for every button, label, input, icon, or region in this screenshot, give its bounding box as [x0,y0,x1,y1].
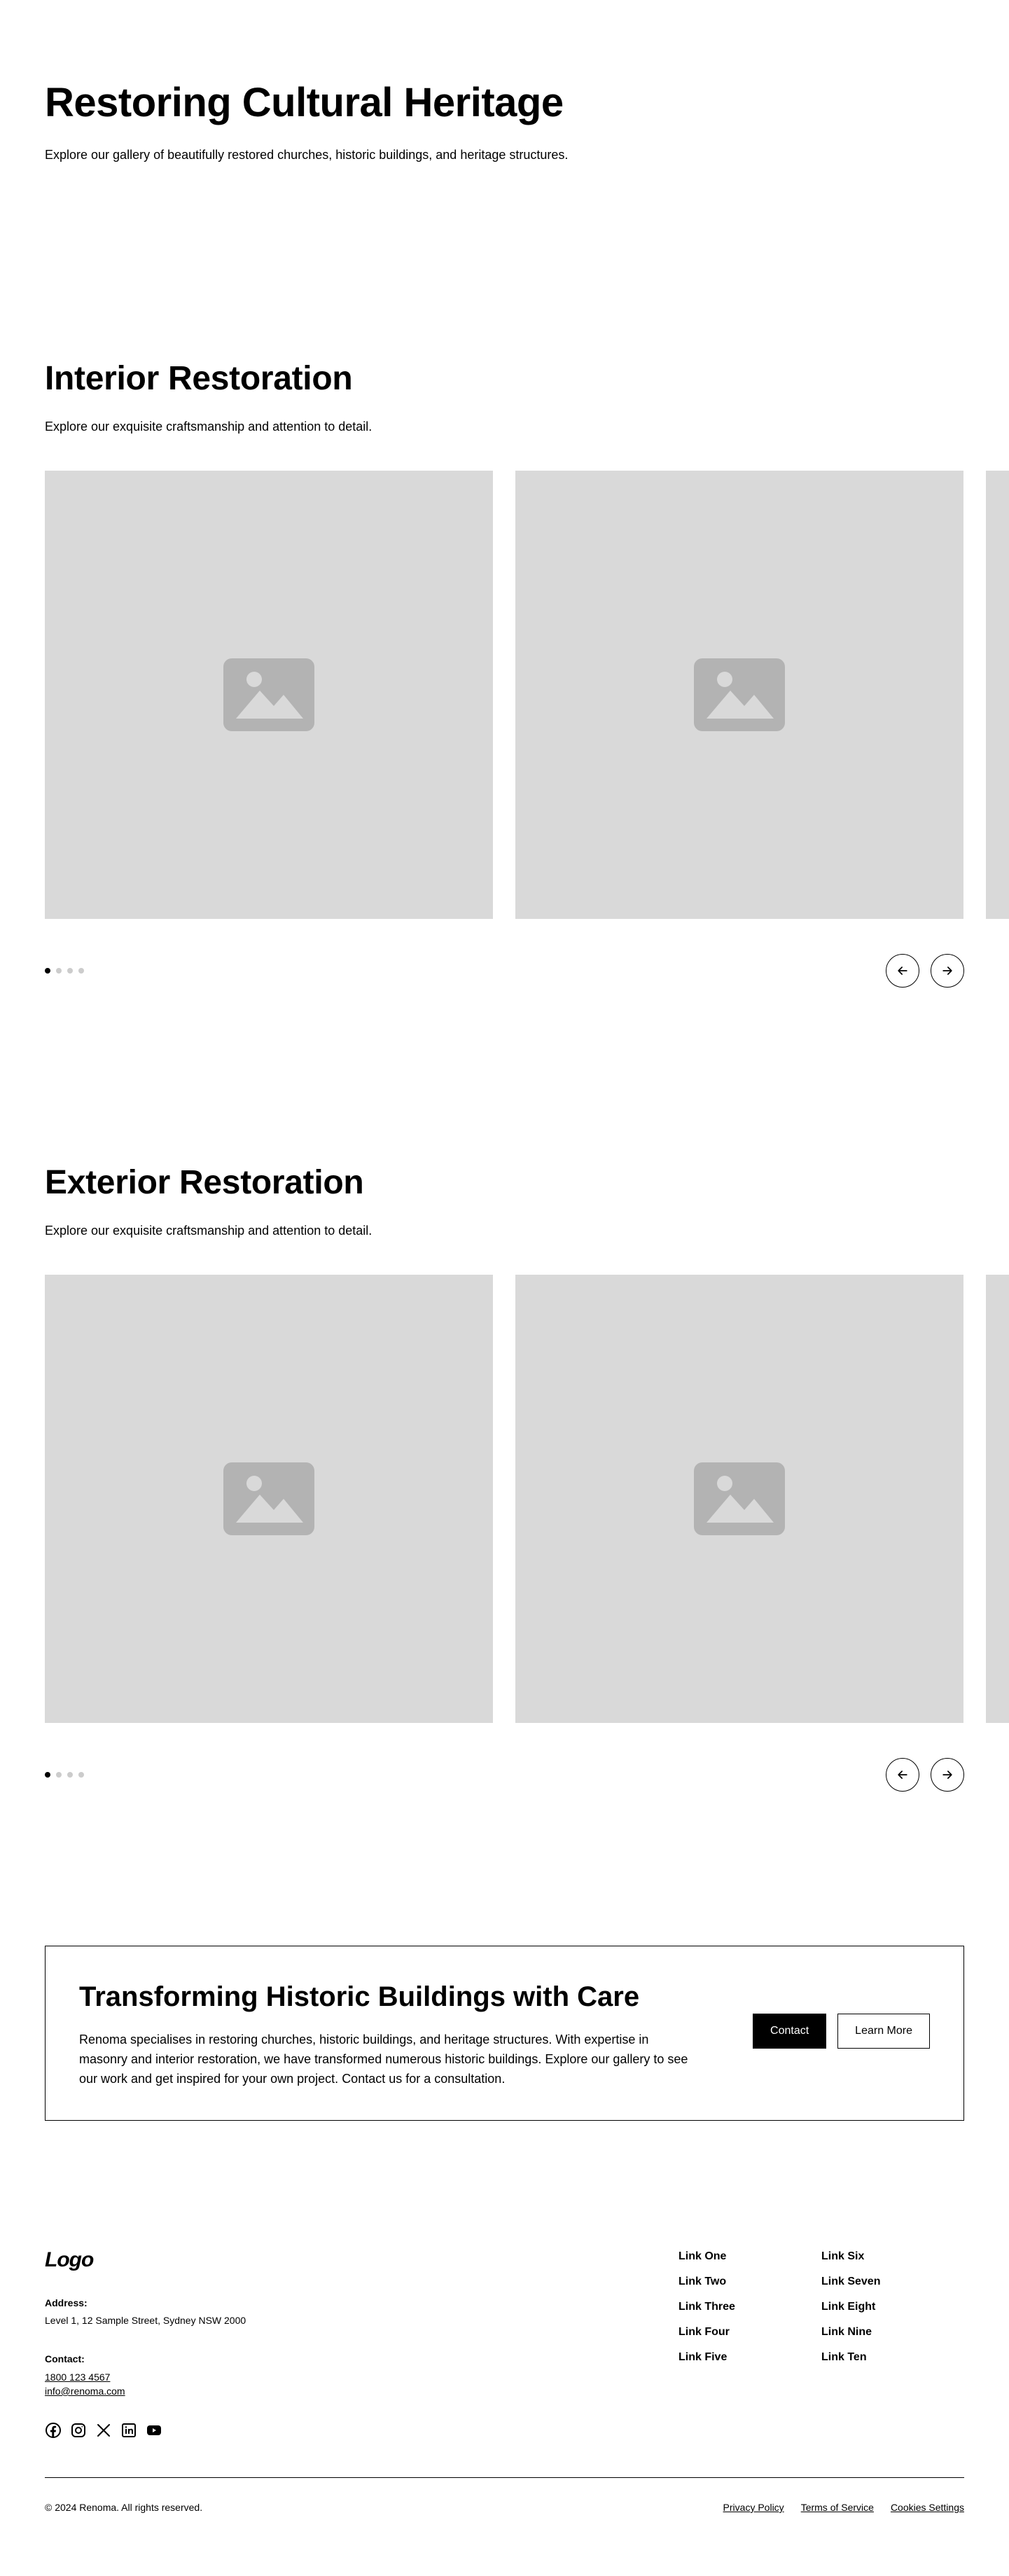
interior-slide-dots [45,968,84,974]
previous-slide-button[interactable] [886,954,919,988]
footer-link-column: Link One Link Two Link Three Link Four Link … [679,2248,821,2374]
privacy-policy-link[interactable]: Privacy Policy [723,2502,784,2513]
learn-more-button[interactable]: Learn More [837,2014,930,2049]
slide-dot-active[interactable] [45,1772,50,1778]
interior-slide[interactable] [986,471,1009,919]
footer-link-column: Link Six Link Seven Link Eight Link Nine Lin… [821,2248,964,2374]
arrow-left-icon [898,1771,907,1779]
image-placeholder-icon [694,658,785,731]
cta-title: Transforming Historic Buildings with Car… [79,1981,640,2012]
interior-title: Interior Restoration [45,360,353,397]
exterior-slide[interactable] [515,1275,963,1723]
hero-title: Restoring Cultural Heritage [45,80,564,125]
footer-link[interactable]: Link Four [679,2324,821,2341]
slide-dot[interactable] [56,1772,62,1778]
slide-dot[interactable] [67,968,73,974]
exterior-slide[interactable] [45,1275,493,1723]
exterior-subtitle: Explore our exquisite craftsmanship and … [45,1223,373,1238]
footer-divider [45,2477,964,2478]
legal-links: Privacy Policy Terms of Service Cookies … [723,2502,964,2513]
copyright-text: © 2024 Renoma. All rights reserved. [45,2502,203,2513]
social-links [45,2422,964,2439]
footer-link[interactable]: Link Ten [821,2349,964,2366]
image-placeholder-icon [223,1462,314,1535]
interior-slide[interactable] [45,471,493,919]
footer-link[interactable]: Link Two [679,2273,821,2290]
footer-link[interactable]: Link Six [821,2248,964,2265]
cta-actions: Contact Learn More [753,2014,930,2049]
previous-slide-button[interactable] [886,1758,919,1792]
cta-section: Transforming Historic Buildings with Car… [45,1946,964,2121]
cta-text: Transforming Historic Buildings with Car… [79,1980,695,2089]
terms-of-service-link[interactable]: Terms of Service [801,2502,874,2513]
hero-section: Restoring Cultural Heritage Explore our … [45,78,964,165]
interior-subtitle: Explore our exquisite craftsmanship and … [45,419,373,434]
hero-subtitle: Explore our gallery of beautifully resto… [45,147,569,162]
cookies-settings-link[interactable]: Cookies Settings [891,2502,964,2513]
slide-dot[interactable] [67,1772,73,1778]
exterior-arrows [886,1758,964,1792]
exterior-carousel[interactable] [45,1275,1009,1723]
footer-link[interactable]: Link Five [679,2349,821,2366]
exterior-slide[interactable] [986,1275,1009,1723]
footer-bottom-bar: © 2024 Renoma. All rights reserved. Priv… [45,2502,964,2513]
slide-dot[interactable] [78,1772,84,1778]
footer-link[interactable]: Link One [679,2248,821,2265]
facebook-icon[interactable] [45,2422,62,2439]
footer-link-columns: Link One Link Two Link Three Link Four Link … [679,2248,964,2374]
email-link[interactable]: info@renoma.com [45,2384,964,2398]
footer-link[interactable]: Link Eight [821,2299,964,2315]
interior-arrows [886,954,964,988]
footer: Logo Address: Level 1, 12 Sample Street,… [45,2248,964,2439]
exterior-title: Exterior Restoration [45,1164,364,1201]
interior-carousel[interactable] [45,471,1009,919]
footer-link[interactable]: Link Three [679,2299,821,2315]
contact-button[interactable]: Contact [753,2014,827,2049]
interior-header: Interior Restoration Explore our exquisi… [45,359,964,436]
slide-dot[interactable] [78,968,84,974]
footer-link[interactable]: Link Seven [821,2273,964,2290]
exterior-header: Exterior Restoration Explore our exquisi… [45,1163,964,1240]
slide-dot-active[interactable] [45,968,50,974]
arrow-left-icon [898,967,907,975]
linkedin-icon[interactable] [120,2422,137,2439]
slide-dot[interactable] [56,968,62,974]
instagram-icon[interactable] [70,2422,87,2439]
youtube-icon[interactable] [146,2422,162,2439]
interior-slide[interactable] [515,471,963,919]
next-slide-button[interactable] [931,954,964,988]
exterior-slide-dots [45,1772,84,1778]
image-placeholder-icon [694,1462,785,1535]
footer-link[interactable]: Link Nine [821,2324,964,2341]
image-placeholder-icon [223,658,314,731]
cta-body: Renoma specialises in restoring churches… [79,2033,688,2086]
arrow-right-icon [942,1771,952,1779]
arrow-right-icon [942,967,952,975]
next-slide-button[interactable] [931,1758,964,1792]
x-icon[interactable] [95,2422,112,2439]
